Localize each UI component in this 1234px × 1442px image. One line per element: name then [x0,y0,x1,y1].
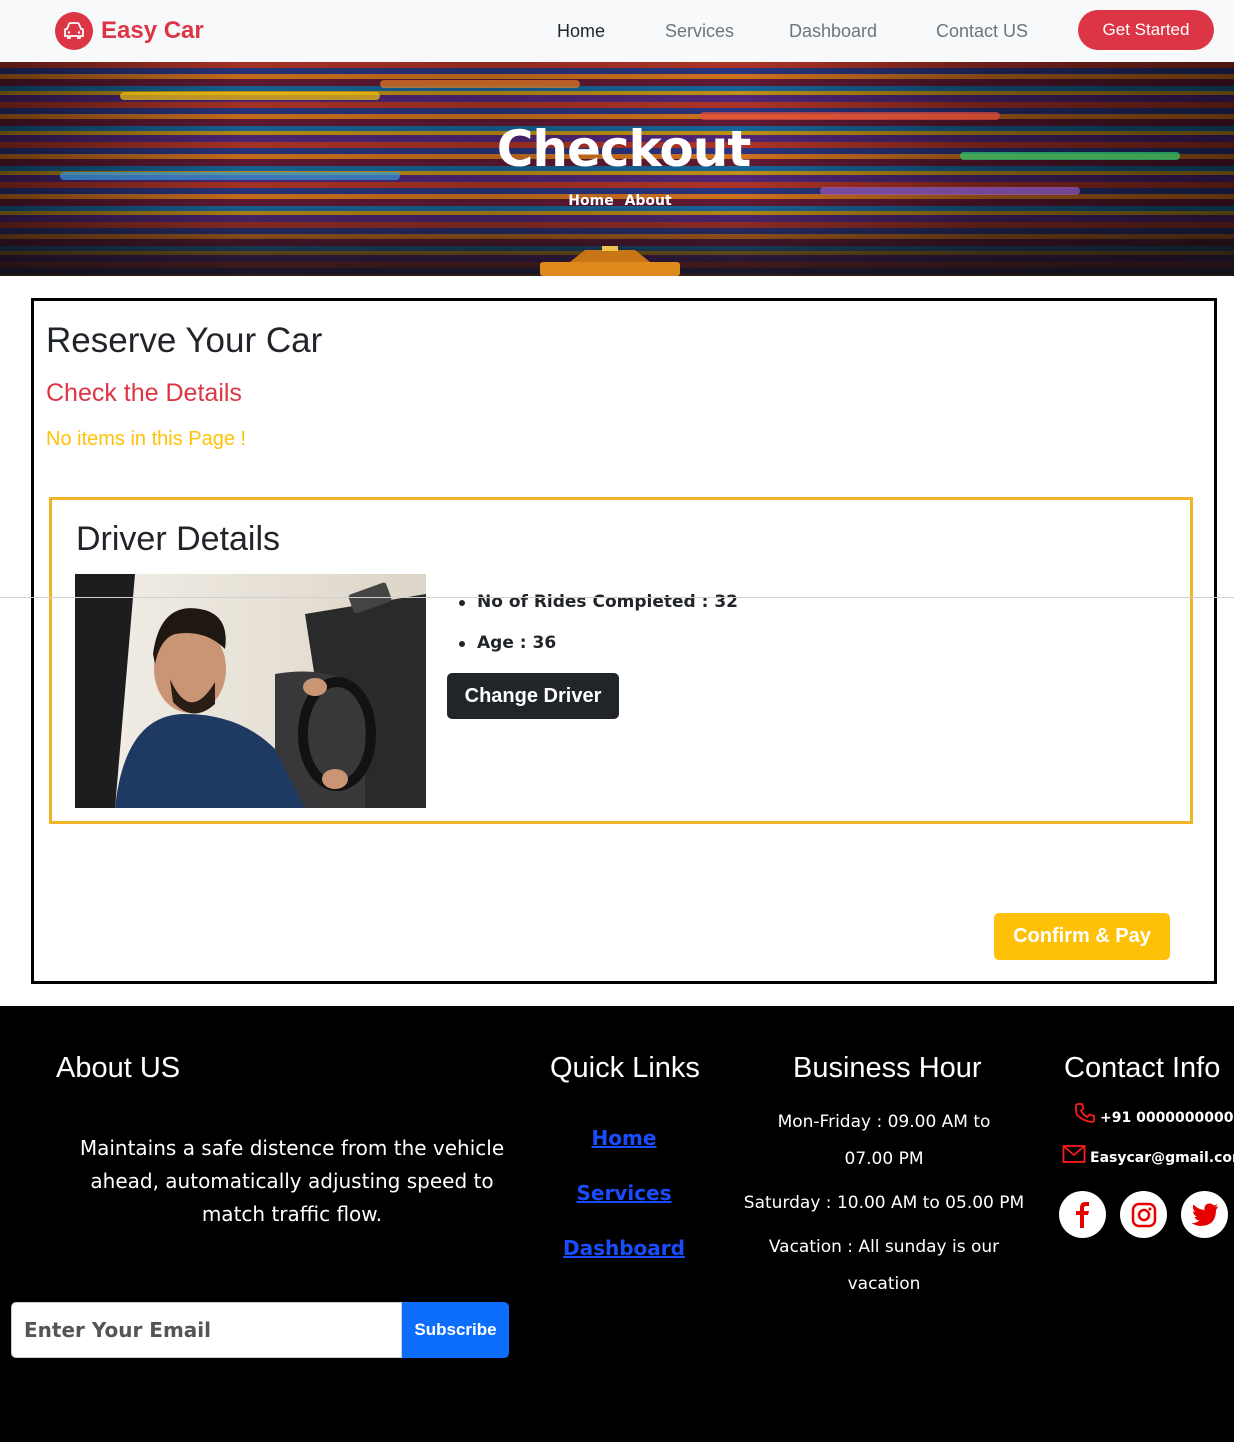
driver-details-card: Driver Details No of Rides Completed: 3… [49,497,1193,824]
nav-dashboard[interactable]: Dashboard [789,21,877,42]
brand-name: Easy Car [101,17,204,44]
nav-contact[interactable]: Contact US [936,21,1028,42]
breadcrumb: Home About [0,193,1234,209]
brand-logo[interactable]: Easy Car [55,12,204,50]
hours-weekday: Mon-Friday : 09.00 AM to 07.00 PM [777,1112,991,1169]
hero-streak [700,112,1000,120]
contact-heading: Contact Info [1064,1052,1221,1084]
social-links [1059,1191,1228,1238]
about-heading: About US [56,1052,181,1084]
email-subscribe-input[interactable] [11,1302,402,1358]
instagram-icon[interactable] [1120,1191,1167,1238]
empty-message: No items in this Page ! [46,428,247,450]
confirm-pay-button[interactable]: Confirm & Pay [994,913,1170,960]
rides-completed: No of Rides Completed : 32 [453,592,738,612]
footer-link-services[interactable]: Services [530,1181,718,1206]
contact-email: Easycar@gmail.com [1062,1142,1234,1166]
phone-number: +91 0000000000 [1100,1110,1234,1126]
nav-services[interactable]: Services [665,21,734,42]
hero-streak [380,80,580,88]
twitter-icon[interactable] [1181,1191,1228,1238]
divider-line [0,597,1234,598]
driver-info: No of Rides Completed : 32 Age : 36 [453,592,738,674]
page-title: Checkout [496,120,752,178]
nav-home[interactable]: Home [557,21,605,42]
checkout-panel: Reserve Your Car Check the Details No it… [31,298,1217,984]
breadcrumb-home[interactable]: Home [568,193,613,209]
subscribe-button[interactable]: Subscribe [402,1302,509,1358]
top-navbar: Easy Car Home Services Dashboard Contact… [0,0,1234,62]
check-details-title: Check the Details [46,379,242,407]
email-address[interactable]: Easycar@gmail.com [1090,1150,1234,1166]
driver-photo [75,574,426,808]
business-hours: Mon-Friday : 09.00 AM to 07.00 PM Saturd… [740,1104,1028,1303]
footer-link-dashboard[interactable]: Dashboard [530,1236,718,1261]
about-text: Maintains a safe distence from the vehic… [79,1136,505,1226]
car-icon [55,12,93,50]
hero-streak [120,92,380,100]
hero-banner: Checkout Home About [0,62,1234,276]
reserve-title: Reserve Your Car [46,321,323,360]
footer: About US Maintains a safe distence from … [0,1006,1234,1442]
change-driver-button[interactable]: Change Driver [447,673,619,719]
hours-saturday: Saturday : 10.00 AM to 05.00 PM [743,1193,1025,1213]
taxi-image [540,246,680,276]
breadcrumb-about[interactable]: About [625,193,672,209]
get-started-button[interactable]: Get Started [1078,10,1214,50]
quick-links-heading: Quick Links [550,1052,700,1084]
hours-vacation: Vacation : All sunday is our vacation [768,1237,1000,1294]
facebook-icon[interactable] [1059,1191,1106,1238]
mail-icon [1062,1145,1086,1163]
quick-links: Home Services Dashboard [530,1126,718,1291]
driver-title: Driver Details [76,520,281,558]
phone-icon [1075,1103,1095,1123]
footer-link-home[interactable]: Home [530,1126,718,1151]
business-hour-heading: Business Hour [793,1052,982,1084]
contact-phone: +91 0000000000 [1073,1100,1234,1126]
driver-age: Age : 36 [453,633,738,653]
